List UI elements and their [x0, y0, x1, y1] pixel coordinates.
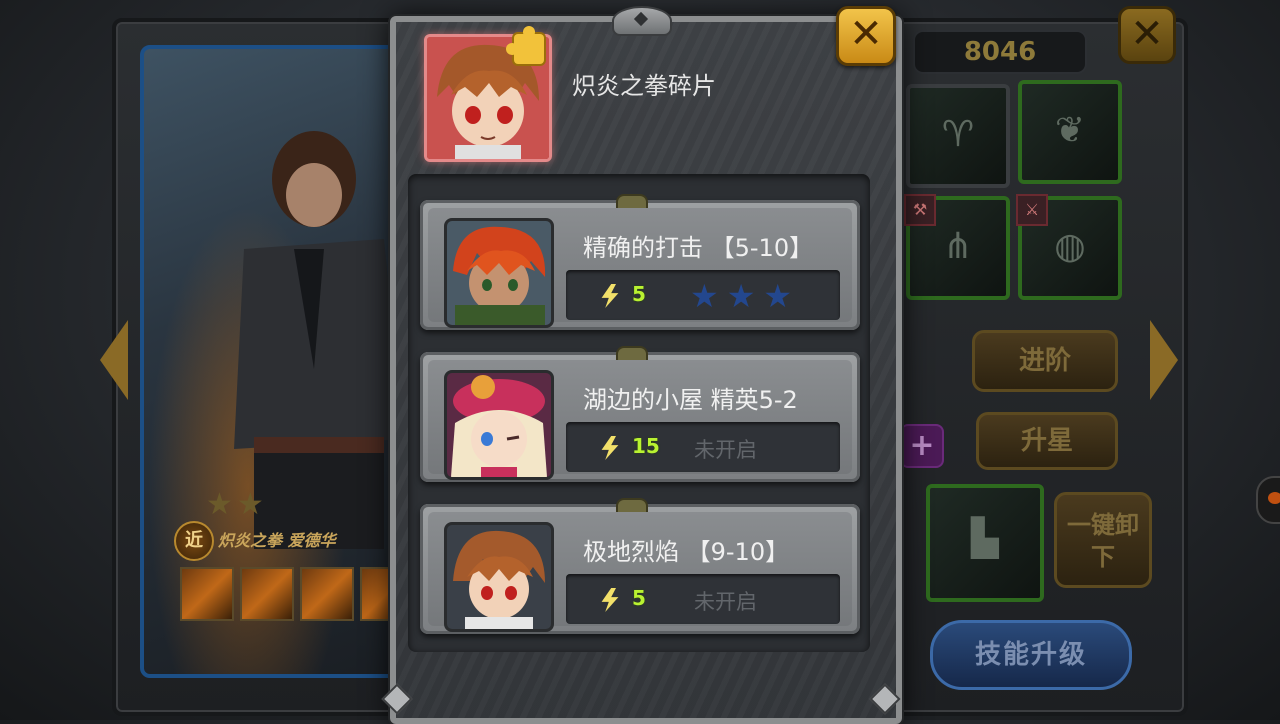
wing-icon: ❦ — [1054, 110, 1086, 151]
stage-panel: 湖边的小屋 精英5-2 15 未开启 — [428, 360, 852, 480]
add-plus-icon[interactable]: + — [900, 424, 944, 468]
energy-bolt-icon — [601, 284, 619, 308]
stage-locked-status: 未开启 — [694, 438, 757, 462]
popup-ornament — [612, 6, 672, 36]
hero-name: 炽炎之拳 爱德华 — [218, 531, 336, 550]
stage-star-rating: ★★★ — [690, 277, 801, 315]
stage-boss-portrait — [444, 522, 554, 632]
accessory-type-icon: ⚔ — [1016, 194, 1048, 226]
puzzle-fragment-icon — [506, 26, 544, 64]
skill-icon[interactable] — [180, 567, 234, 621]
close-icon: ✕ — [849, 11, 883, 57]
boot-icon: ▙ — [971, 518, 999, 559]
equipment-slot-claw[interactable]: ⚒ ⋔ — [904, 194, 1010, 300]
equipment-slot-wings[interactable]: ❦ — [1018, 80, 1122, 184]
stage-entry[interactable]: 精确的打击 【5-10】 5 ★★★ — [420, 194, 860, 330]
energy-bolt-icon — [601, 436, 619, 460]
gold-counter: 8046 — [913, 30, 1087, 74]
stage-boss-portrait — [444, 370, 554, 480]
stage-boss-portrait — [444, 218, 554, 328]
hero-skill-list — [180, 567, 404, 621]
background-close-icon[interactable]: ✕ — [1118, 6, 1176, 64]
hero-star-rating: ★★ — [206, 487, 268, 522]
skill-icon[interactable] — [300, 567, 354, 621]
advance-button[interactable]: 进阶 — [972, 330, 1118, 392]
horn-helmet-icon: ♈ — [941, 114, 975, 155]
energy-bolt-icon — [601, 588, 619, 612]
stage-locked-status: 未开启 — [694, 590, 757, 614]
ring-icon: ◍ — [1054, 226, 1086, 267]
close-button[interactable]: ✕ — [836, 6, 896, 66]
stage-info-bar: 5 ★★★ — [566, 270, 840, 320]
equipment-slot-ring[interactable]: ⚔ ◍ — [1016, 194, 1122, 300]
skill-upgrade-button[interactable]: 技能升级 — [930, 620, 1132, 690]
stage-entry[interactable]: 湖边的小屋 精英5-2 15 未开启 — [420, 346, 860, 482]
hero-type-badge: 近 — [174, 521, 214, 561]
equipment-slot-helmet[interactable]: ♈ — [906, 84, 1010, 188]
equipment-slot-boots[interactable]: ▙ — [926, 484, 1044, 602]
star-up-button[interactable]: 升星 — [976, 412, 1118, 470]
stage-info-bar: 15 未开启 — [566, 422, 840, 472]
weapon-type-icon: ⚒ — [904, 194, 936, 226]
claw-icon: ⋔ — [942, 226, 974, 267]
previous-hero-arrow-icon[interactable] — [100, 320, 128, 400]
next-hero-arrow-icon[interactable] — [1150, 320, 1178, 400]
stage-name: 精确的打击 【5-10】 — [583, 234, 814, 262]
stage-panel: 精确的打击 【5-10】 5 ★★★ — [428, 208, 852, 328]
item-title: 炽炎之拳碎片 — [572, 72, 716, 100]
stage-entry[interactable]: 极地烈焰 【9-10】 5 未开启 — [420, 498, 860, 634]
floating-assistant-icon[interactable] — [1256, 476, 1280, 524]
unequip-all-button[interactable]: 一键卸下 — [1054, 492, 1152, 588]
skill-icon[interactable] — [240, 567, 294, 621]
stage-name: 极地烈焰 【9-10】 — [583, 538, 790, 566]
energy-cost: 15 — [632, 434, 660, 458]
hero-illustration — [234, 131, 404, 549]
energy-cost: 5 — [632, 282, 646, 306]
stage-info-bar: 5 未开启 — [566, 574, 840, 624]
energy-cost: 5 — [632, 586, 646, 610]
stage-panel: 极地烈焰 【9-10】 5 未开启 — [428, 512, 852, 632]
hero-card: ★★ 近 炽炎之拳 爱德华 — [140, 45, 408, 678]
stage-name: 湖边的小屋 精英5-2 — [583, 386, 798, 414]
